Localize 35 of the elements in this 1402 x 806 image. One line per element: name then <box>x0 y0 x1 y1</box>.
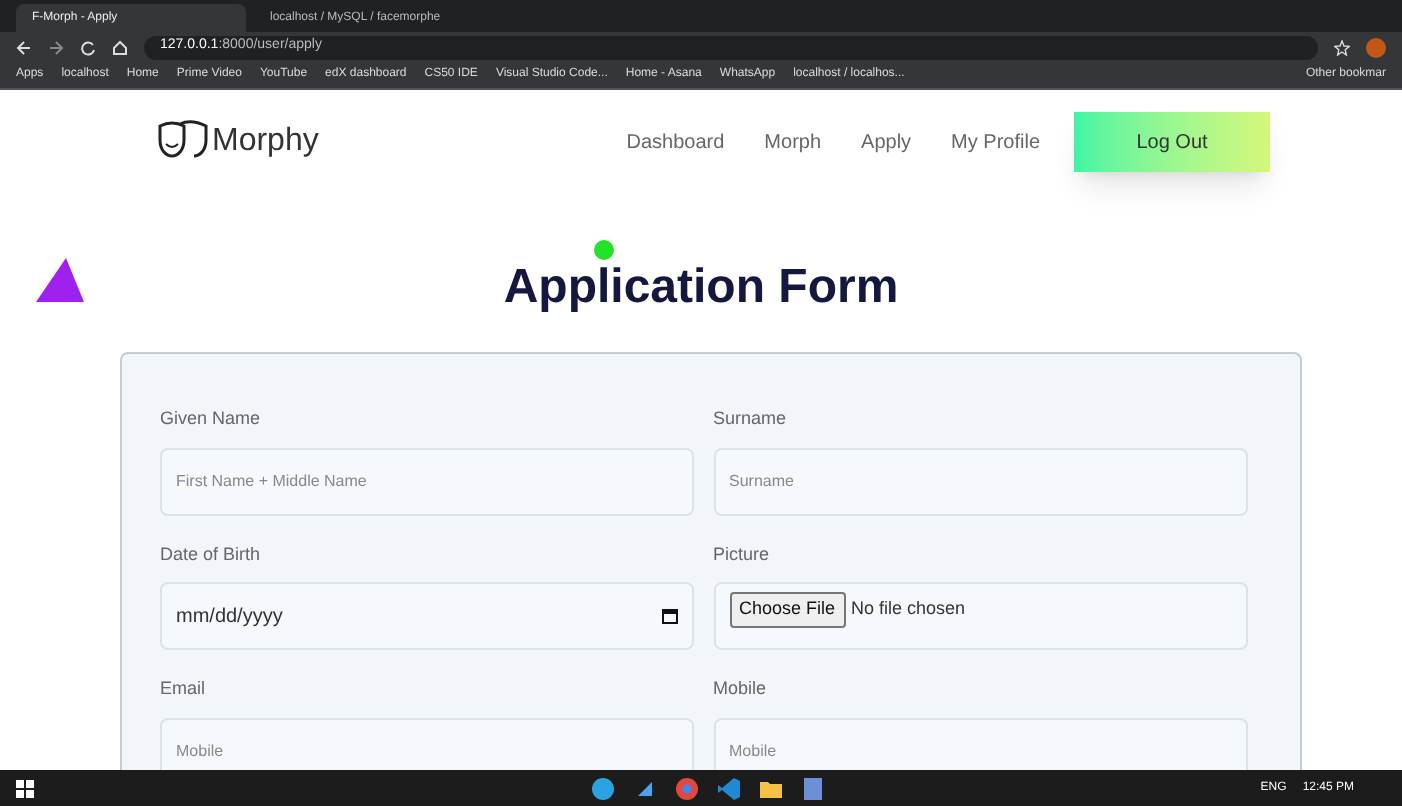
field-label: Surname <box>713 406 789 432</box>
input-field[interactable]: Mobile <box>160 717 694 770</box>
nav-link[interactable]: My Profile <box>951 127 1040 157</box>
form-title: Application Form <box>503 264 899 312</box>
chrome-icon[interactable] <box>676 777 698 799</box>
date-field[interactable]: mm/dd/yyyy <box>160 582 694 650</box>
home-icon[interactable] <box>112 39 128 55</box>
vscode-icon[interactable] <box>718 777 740 799</box>
logout-button[interactable]: Log Out <box>1074 112 1270 172</box>
choose-file-button[interactable]: Choose File <box>729 592 846 627</box>
nav-link[interactable]: Morph <box>764 127 822 157</box>
date-value: mm/dd/yyyy <box>176 603 283 631</box>
input-field[interactable]: First Name + Middle Name <box>160 447 694 515</box>
reload-icon[interactable] <box>80 39 96 55</box>
input-field[interactable]: Surname <box>713 447 1247 515</box>
field-label: Picture <box>713 541 772 567</box>
logo-text[interactable]: Morphy <box>212 118 319 166</box>
back-icon[interactable] <box>16 39 32 55</box>
field-label: Date of Birth <box>160 541 263 567</box>
nav-link[interactable]: Apply <box>861 127 912 157</box>
dot-icon <box>594 240 614 260</box>
app-icon[interactable] <box>634 777 656 799</box>
windows-start-icon[interactable] <box>16 779 34 797</box>
file-status-text: No file chosen <box>851 596 966 622</box>
calendar-icon[interactable] <box>662 608 678 624</box>
field-label: Mobile <box>713 676 769 702</box>
triangle-icon <box>36 258 84 302</box>
forward-icon[interactable] <box>48 39 64 55</box>
input-field[interactable]: Mobile <box>713 717 1247 770</box>
profile-avatar-icon[interactable] <box>1366 37 1386 57</box>
field-label: Given Name <box>160 406 263 432</box>
nav-link[interactable]: Dashboard <box>626 127 725 157</box>
folder-icon[interactable] <box>760 777 782 799</box>
star-icon[interactable] <box>1334 39 1350 55</box>
field-label: Email <box>160 676 208 702</box>
